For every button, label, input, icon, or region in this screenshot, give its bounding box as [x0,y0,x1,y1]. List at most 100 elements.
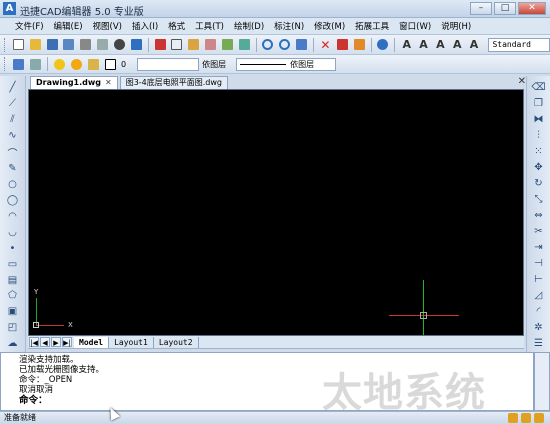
layer-on-toggle[interactable] [52,57,67,72]
open-button[interactable] [28,37,43,52]
menu-modify[interactable]: 修改(M) [309,20,350,32]
command-scrollbar[interactable] [534,352,550,411]
drawing-canvas[interactable]: Y X [28,89,524,336]
text-style-button-5[interactable]: A [467,37,482,52]
stretch-tool-icon[interactable]: ⇔ [531,209,546,222]
revision-cloud-tool-icon[interactable]: ☁ [5,337,20,350]
layer-properties-button[interactable] [11,57,26,72]
line-tool-icon[interactable]: ╱ [5,81,20,94]
polyline-tool-icon[interactable]: ⟋ [5,97,20,110]
layer-manager-button[interactable] [294,37,309,52]
tray-icon[interactable] [534,413,544,423]
layer-color-swatch[interactable] [103,57,118,72]
redo-button[interactable] [277,37,292,52]
undo-button[interactable] [261,37,276,52]
close-document-icon[interactable]: ✕ [518,76,526,87]
break-tool-icon[interactable]: ⊣ [531,257,546,270]
menu-file[interactable]: 文件(F) [10,20,49,32]
menu-insert[interactable]: 插入(I) [127,20,163,32]
find-button[interactable] [112,37,127,52]
menu-window[interactable]: 窗口(W) [394,20,436,32]
pencil-tool-icon[interactable]: ✎ [5,163,20,176]
boundary-tool-icon[interactable]: ◰ [5,321,20,334]
save-as-button[interactable] [61,37,76,52]
copy-button[interactable] [169,37,184,52]
new-file-button[interactable] [11,37,26,52]
spline-tool-icon[interactable]: ∿ [5,129,20,142]
print-preview-button[interactable] [95,37,110,52]
menu-extend-tools[interactable]: 拓展工具 [350,20,394,32]
properties-tool-icon[interactable]: ☰ [531,337,546,350]
chamfer-tool-icon[interactable]: ◿ [531,289,546,302]
first-layout-button[interactable]: |◀ [29,337,39,347]
copy-tool-icon[interactable]: ❐ [531,97,546,110]
text-style-button-4[interactable]: A [450,37,465,52]
menu-edit[interactable]: 编辑(E) [49,20,88,32]
color-select[interactable] [137,57,200,71]
tray-icon[interactable] [521,413,531,423]
tab-layout2[interactable]: Layout2 [154,336,199,348]
block-button[interactable] [220,37,235,52]
menu-tools[interactable]: 工具(T) [190,20,229,32]
print-button[interactable] [78,37,93,52]
match-properties-button[interactable] [203,37,218,52]
text-style-select[interactable]: Standard [488,37,550,52]
spellcheck-button[interactable] [129,37,144,52]
join-tool-icon[interactable]: ⊢ [531,273,546,286]
last-layout-button[interactable]: ▶| [62,337,72,347]
arc-3p-tool-icon[interactable]: ◠ [5,210,20,223]
rectangle-tool-icon[interactable]: ▭ [5,258,20,271]
menu-help[interactable]: 说明(H) [436,20,476,32]
toolbar-grip[interactable] [4,37,7,52]
circle-tool-icon[interactable]: ○ [5,178,20,191]
tab-model[interactable]: Model [74,336,110,348]
region-tool-icon[interactable]: ▣ [5,305,20,318]
tab-layout1[interactable]: Layout1 [109,336,154,348]
insert-image-button[interactable] [237,37,252,52]
cut-button[interactable] [153,37,168,52]
fillet-tool-icon[interactable]: ◜ [531,305,546,318]
layer-lock-toggle[interactable] [86,57,101,72]
tab-close-icon[interactable]: ✕ [105,77,112,89]
menu-format[interactable]: 格式 [163,20,190,32]
erase-tool-icon[interactable]: ⌫ [531,81,546,94]
extend-tool-icon[interactable]: ⇥ [531,241,546,254]
minimize-button[interactable]: – [470,2,492,15]
erase-button[interactable]: ✕ [318,37,333,52]
help-button[interactable] [375,37,390,52]
lineweight-select[interactable]: 依图层 [236,57,337,71]
text-style-button-3[interactable]: A [433,37,448,52]
polygon-tool-icon[interactable]: ⬠ [5,290,20,303]
tab-drawing1[interactable]: Drawing1.dwg ✕ [30,76,118,89]
arc-tool-icon[interactable]: ⌒ [5,145,20,160]
menu-view[interactable]: 视图(V) [88,20,127,32]
offset-tool-icon[interactable]: ⫶ [531,129,546,142]
next-layout-button[interactable]: ▶ [51,337,61,347]
hatch-tool-icon[interactable]: ▤ [5,274,20,287]
paste-button[interactable] [186,37,201,52]
mirror-tool-icon[interactable]: ⧓ [531,113,546,126]
trim-tool-icon[interactable]: ✂ [531,225,546,238]
layer-state-button[interactable] [28,57,43,72]
circle-2p-tool-icon[interactable]: ◯ [5,194,20,207]
text-style-button[interactable]: A [399,37,414,52]
maximize-button[interactable]: □ [494,2,516,15]
multiline-tool-icon[interactable]: ⫽ [5,113,20,126]
save-button[interactable] [45,37,60,52]
explode-button[interactable] [335,37,350,52]
close-button[interactable]: ✕ [518,2,546,15]
tab-floor-plan[interactable]: 图3-4底层电照平面图.dwg [119,76,229,89]
toolbar-grip[interactable] [4,57,7,71]
point-tool-icon[interactable]: • [5,242,20,255]
prev-layout-button[interactable]: ◀ [40,337,50,347]
ellipse-arc-tool-icon[interactable]: ◡ [5,226,20,239]
tray-icon[interactable] [508,413,518,423]
move-tool-icon[interactable]: ✥ [531,161,546,174]
current-layer-name[interactable]: 0 [121,60,126,69]
layer-freeze-toggle[interactable] [69,57,84,72]
text-style-button-2[interactable]: A [416,37,431,52]
rotate-tool-icon[interactable]: ↻ [531,177,546,190]
menu-dimension[interactable]: 标注(N) [269,20,309,32]
explode-tool-icon[interactable]: ✲ [531,321,546,334]
array-tool-icon[interactable]: ⁙ [531,145,546,158]
